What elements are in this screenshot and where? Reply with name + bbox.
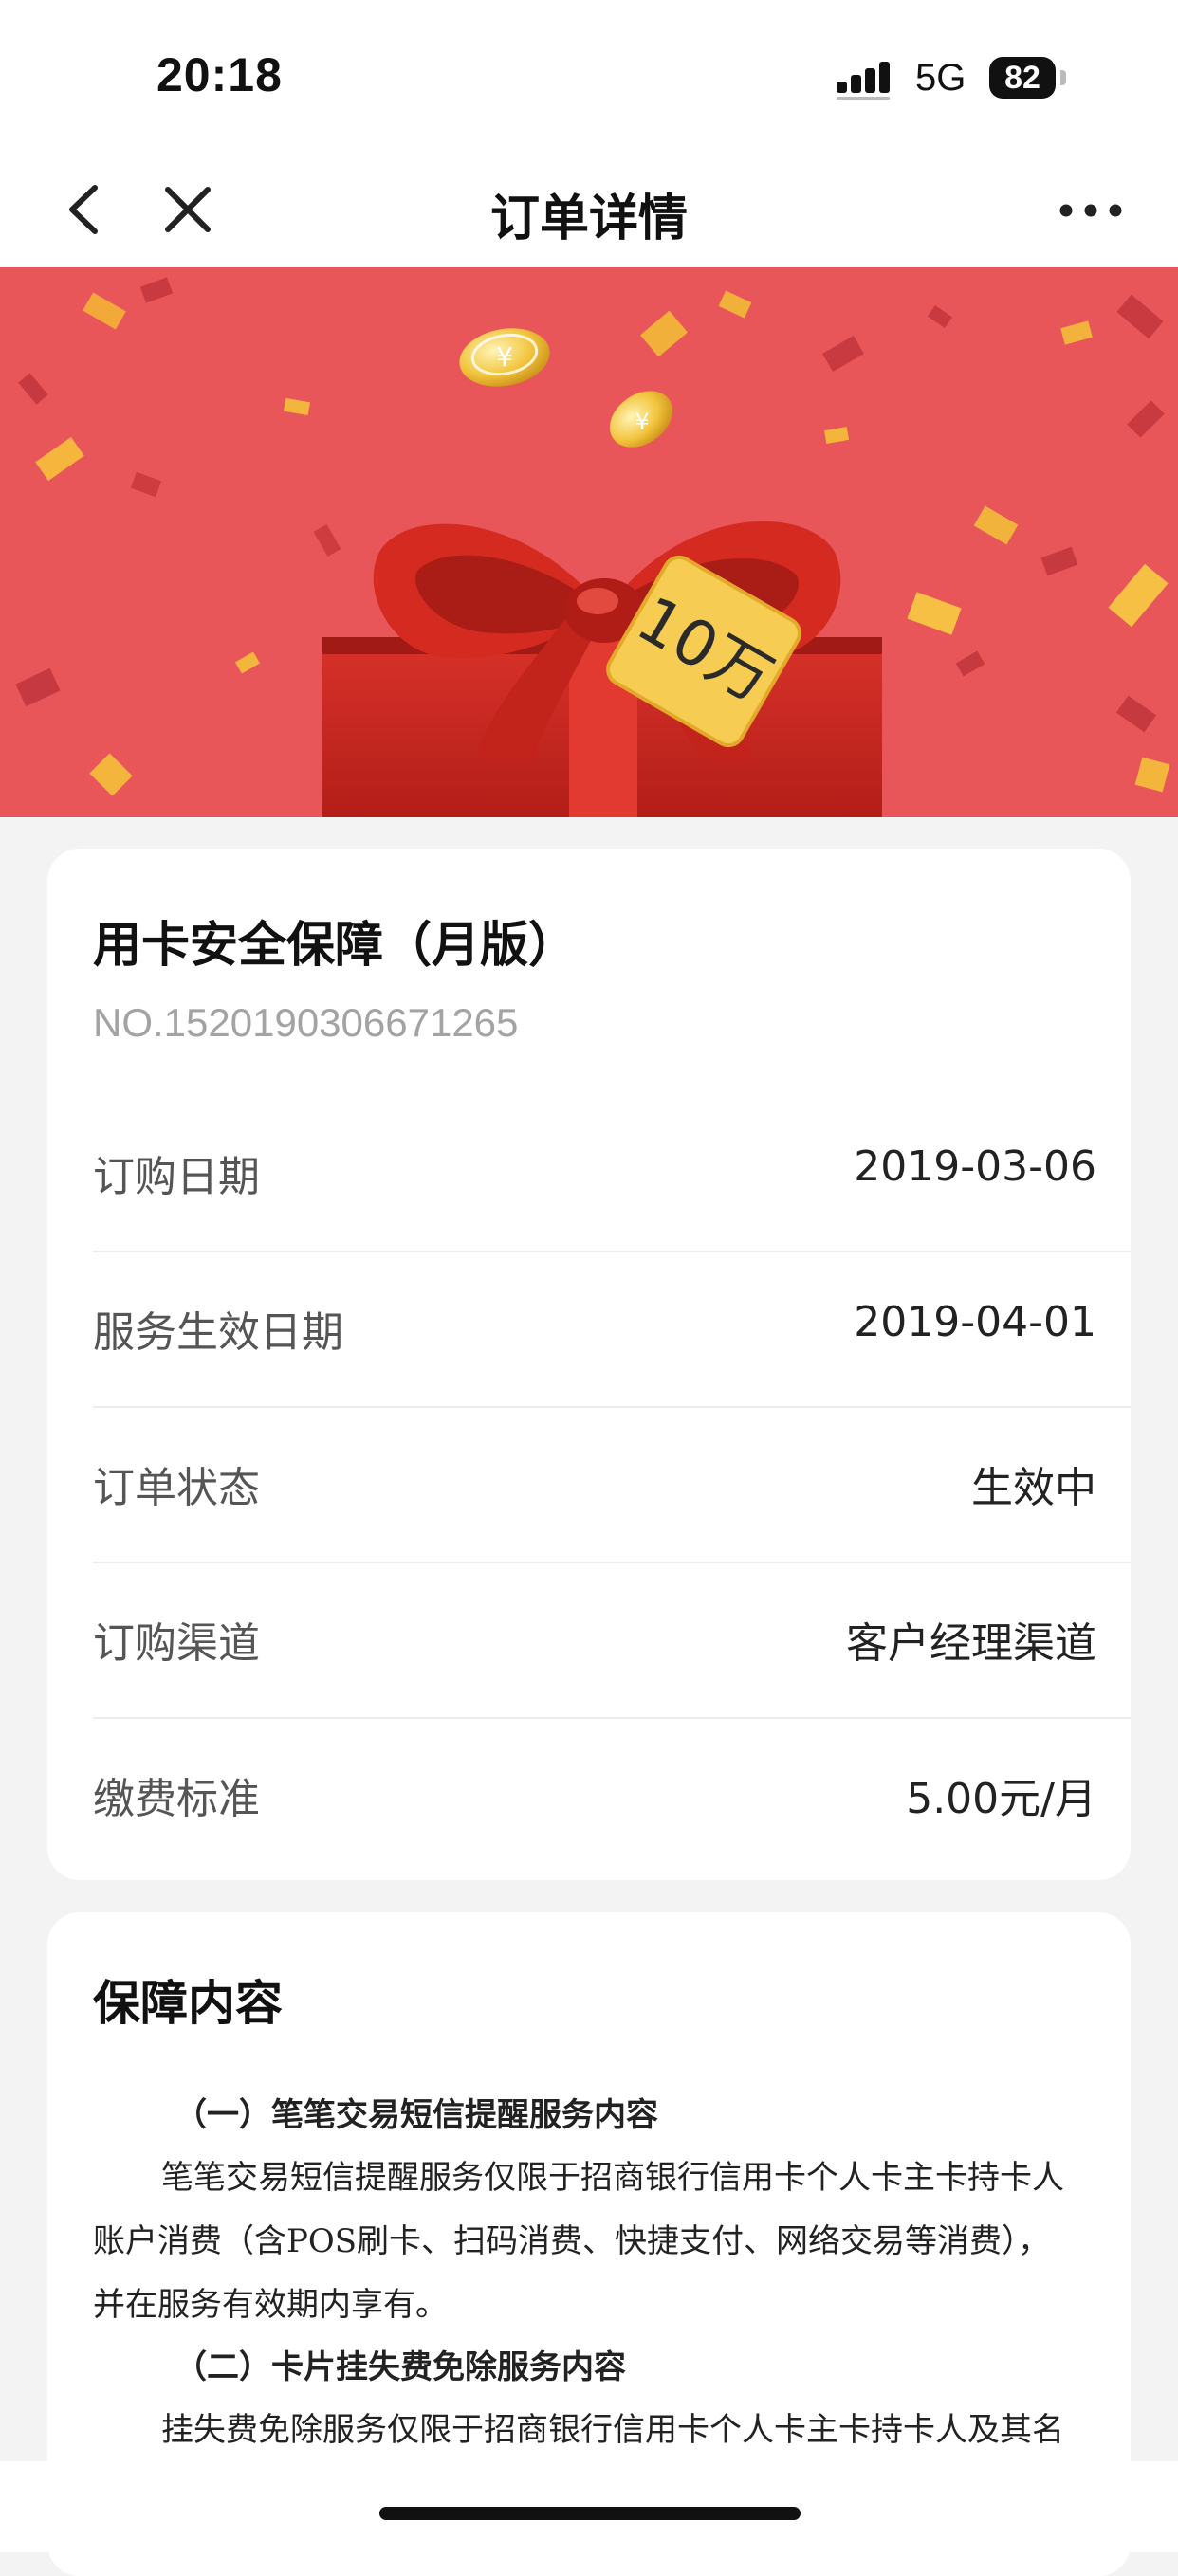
fee-standard-label: 缴费标准 — [93, 1775, 260, 1823]
nav-bar: 订单详情 — [0, 152, 1178, 267]
promo-banner: ¥ ¥ 10万 — [0, 267, 1178, 817]
home-indicator-area — [0, 2461, 1178, 2552]
gift-banner-illustration: ¥ ¥ 10万 — [0, 267, 1178, 817]
svg-text:¥: ¥ — [496, 341, 513, 373]
effective-date-label: 服务生效日期 — [93, 1308, 343, 1357]
fee-standard-row: 缴费标准 5.00元/月 — [93, 1717, 1131, 1873]
row-divider — [93, 1406, 1131, 1408]
row-divider — [93, 1562, 1131, 1563]
home-indicator[interactable] — [379, 2507, 801, 2520]
section-heading: （二）卡片挂失费免除服务内容 — [175, 2348, 626, 2386]
status-time: 20:18 — [156, 48, 283, 101]
page-title: 订单详情 — [489, 191, 688, 247]
section-heading: （一）笔笔交易短信提醒服务内容 — [175, 2096, 658, 2134]
status-bar: 20:18 5G 82 — [0, 0, 1178, 152]
terms-line: 账户消费（含POS刷卡、扫码消费、快捷支付、网络交易等消费）， — [93, 2222, 1051, 2260]
network-type: 5G — [915, 57, 966, 99]
order-status-label: 订单状态 — [93, 1464, 260, 1512]
battery-level: 82 — [1004, 60, 1040, 96]
more-dots-icon[interactable] — [1053, 182, 1129, 239]
order-number: NO.1520190306671265 — [93, 1000, 519, 1045]
terms-line: 并在服务有效期内享有。 — [93, 2286, 448, 2324]
product-name: 用卡安全保障（月版） — [93, 918, 578, 974]
order-date-value: 2019-03-06 — [854, 1142, 1096, 1191]
battery-cap — [1060, 70, 1066, 85]
coverage-title: 保障内容 — [93, 1976, 283, 2031]
row-divider — [93, 1251, 1131, 1252]
order-channel-label: 订购渠道 — [93, 1619, 260, 1668]
terms-line: 挂失费免除服务仅限于招商银行信用卡个人卡主卡持卡人及其名 — [161, 2411, 1064, 2449]
fee-standard-value: 5.00元/月 — [906, 1775, 1096, 1823]
effective-date-value: 2019-04-01 — [854, 1298, 1096, 1346]
terms-line: 笔笔交易短信提醒服务仅限于招商银行信用卡个人卡主卡持卡人 — [161, 2159, 1064, 2197]
order-channel-row: 订购渠道 客户经理渠道 — [93, 1562, 1131, 1717]
order-date-row: 订购日期 2019-03-06 — [93, 1095, 1131, 1251]
order-channel-value: 客户经理渠道 — [846, 1619, 1096, 1668]
order-status-value: 生效中 — [971, 1464, 1096, 1512]
order-date-label: 订购日期 — [93, 1153, 260, 1201]
svg-text:¥: ¥ — [635, 409, 649, 435]
order-status-row: 订单状态 生效中 — [93, 1406, 1131, 1562]
row-divider — [93, 1717, 1131, 1719]
effective-date-row: 服务生效日期 2019-04-01 — [93, 1251, 1131, 1406]
battery-icon: 82 — [989, 57, 1056, 99]
signal-strength-icon — [837, 62, 890, 100]
order-info-card: 用卡安全保障（月版） NO.1520190306671265 订购日期 2019… — [47, 849, 1131, 1880]
